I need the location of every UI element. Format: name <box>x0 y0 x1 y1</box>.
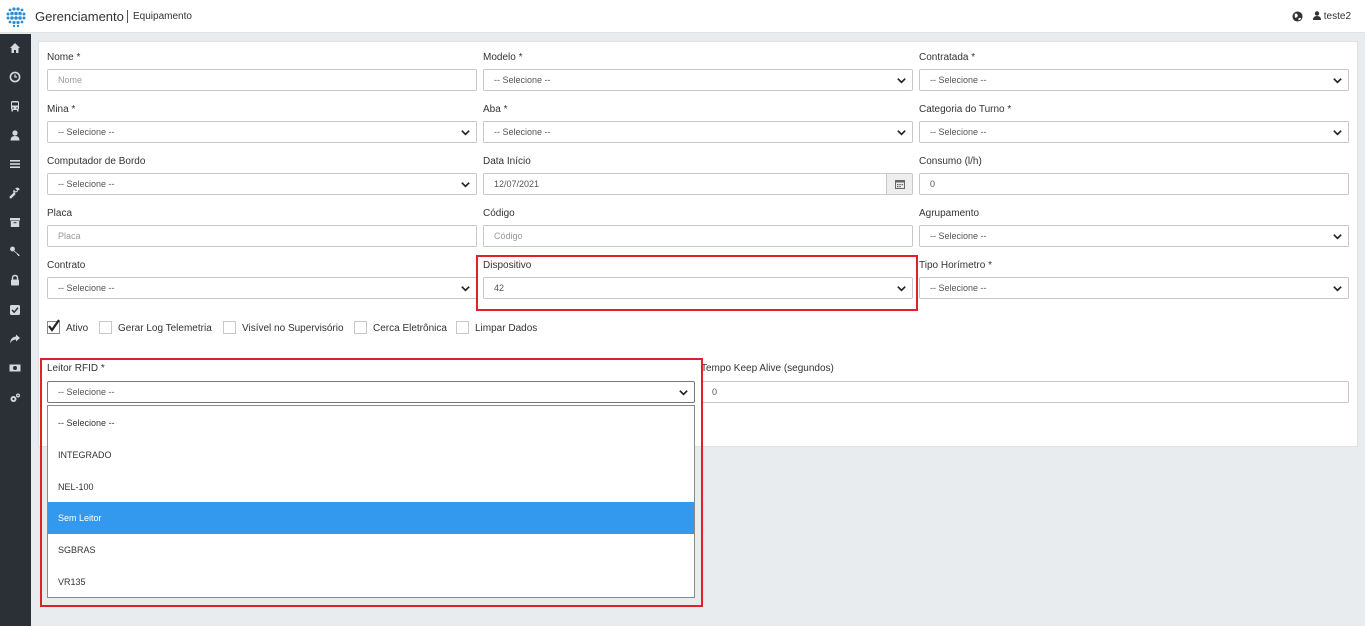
wrench-icon[interactable] <box>9 187 21 199</box>
contratada-value: -- Selecione -- <box>930 75 987 85</box>
check-square-icon[interactable] <box>9 304 21 316</box>
placa-input[interactable]: Placa <box>47 225 477 247</box>
mina-value: -- Selecione -- <box>58 127 115 137</box>
user-icon <box>1313 11 1321 20</box>
dispositivo-highlight-box <box>476 255 918 311</box>
archive-icon[interactable] <box>9 216 21 228</box>
breadcrumb-separator <box>127 10 128 23</box>
user-icon[interactable] <box>9 129 21 141</box>
user-name: teste2 <box>1323 11 1352 22</box>
codigo-input[interactable]: Código <box>483 225 913 247</box>
computador-bordo-value: -- Selecione -- <box>58 179 115 189</box>
aba-label: Aba * <box>483 104 508 115</box>
categoria-turno-value: -- Selecione -- <box>930 127 987 137</box>
cerca-eletronica-label: Cerca Eletrônica <box>373 323 447 334</box>
categoria-turno-label: Categoria do Turno * <box>919 104 1012 115</box>
agrupamento-value: -- Selecione -- <box>930 231 987 241</box>
modelo-label: Modelo * <box>483 52 523 63</box>
mina-select[interactable]: -- Selecione -- <box>47 121 477 143</box>
contrato-label: Contrato <box>47 260 86 271</box>
categoria-turno-select[interactable]: -- Selecione -- <box>919 121 1349 143</box>
chevron-down-icon <box>897 78 906 84</box>
money-icon[interactable] <box>9 362 21 374</box>
keep-alive-input[interactable]: 0 <box>701 381 1349 403</box>
modelo-select[interactable]: -- Selecione -- <box>483 69 913 91</box>
chevron-down-icon <box>461 286 470 292</box>
app-title: Gerenciamento <box>35 9 124 24</box>
modelo-value: -- Selecione -- <box>494 75 551 85</box>
contratada-select[interactable]: -- Selecione -- <box>919 69 1349 91</box>
computador-bordo-select[interactable]: -- Selecione -- <box>47 173 477 195</box>
data-inicio-value: 12/07/2021 <box>494 179 540 189</box>
keep-alive-label: Tempo Keep Alive (segundos) <box>701 363 834 374</box>
leitor-rfid-highlight-box <box>40 358 703 607</box>
data-inicio-input[interactable]: 12/07/2021 <box>483 173 913 195</box>
contrato-select[interactable]: -- Selecione -- <box>47 277 477 299</box>
contratada-label: Contratada * <box>919 52 976 63</box>
chevron-down-icon <box>897 130 906 136</box>
key-icon[interactable] <box>9 245 21 257</box>
calendar-icon <box>895 180 905 189</box>
aba-select[interactable]: -- Selecione -- <box>483 121 913 143</box>
clock-icon[interactable] <box>9 71 21 83</box>
cerca-eletronica-checkbox[interactable] <box>354 321 367 334</box>
tipo-horimetro-select[interactable]: -- Selecione -- <box>919 277 1349 299</box>
list-icon[interactable] <box>9 158 21 170</box>
aba-value: -- Selecione -- <box>494 127 551 137</box>
nome-input[interactable]: Nome <box>47 69 477 91</box>
user-menu[interactable]: teste2 <box>1313 11 1351 22</box>
placa-label: Placa <box>47 208 73 219</box>
chevron-down-icon <box>461 182 470 188</box>
checkmark-icon <box>48 319 60 332</box>
codigo-label: Código <box>483 208 515 219</box>
bus-icon[interactable] <box>9 100 21 112</box>
visivel-supervisorio-checkbox[interactable] <box>223 321 236 334</box>
contrato-value: -- Selecione -- <box>58 283 115 293</box>
cogs-icon[interactable] <box>9 392 21 404</box>
top-bar: Gerenciamento Equipamento teste2 <box>0 0 1365 33</box>
app-logo-icon[interactable] <box>4 6 28 28</box>
share-icon[interactable] <box>9 333 21 345</box>
limpar-dados-checkbox[interactable] <box>456 321 469 334</box>
agrupamento-label: Agrupamento <box>919 208 980 219</box>
agrupamento-select[interactable]: -- Selecione -- <box>919 225 1349 247</box>
breadcrumb: Equipamento <box>133 11 192 22</box>
ativo-checkbox[interactable] <box>47 319 60 334</box>
nome-label: Nome * <box>47 52 81 63</box>
gerar-log-telemetria-label: Gerar Log Telemetria <box>118 323 212 334</box>
gerar-log-telemetria-checkbox[interactable] <box>99 321 112 334</box>
consumo-input[interactable]: 0 <box>919 173 1349 195</box>
consumo-label: Consumo (l/h) <box>919 156 982 167</box>
computador-bordo-label: Computador de Bordo <box>47 156 146 167</box>
chevron-down-icon <box>1333 286 1342 292</box>
tipo-horimetro-value: -- Selecione -- <box>930 283 987 293</box>
calendar-button[interactable] <box>886 174 912 194</box>
globe-icon[interactable] <box>1292 11 1303 22</box>
chevron-down-icon <box>1333 234 1342 240</box>
limpar-dados-label: Limpar Dados <box>475 323 538 334</box>
visivel-supervisorio-label: Visível no Supervisório <box>242 323 344 334</box>
ativo-label: Ativo <box>66 323 89 334</box>
chevron-down-icon <box>1333 78 1342 84</box>
lock-icon[interactable] <box>9 274 21 286</box>
tipo-horimetro-label: Tipo Horímetro * <box>919 260 992 271</box>
home-icon[interactable] <box>9 42 21 54</box>
chevron-down-icon <box>1333 130 1342 136</box>
data-inicio-label: Data Início <box>483 156 531 167</box>
mina-label: Mina * <box>47 104 76 115</box>
chevron-down-icon <box>461 130 470 136</box>
sidebar <box>0 34 31 626</box>
